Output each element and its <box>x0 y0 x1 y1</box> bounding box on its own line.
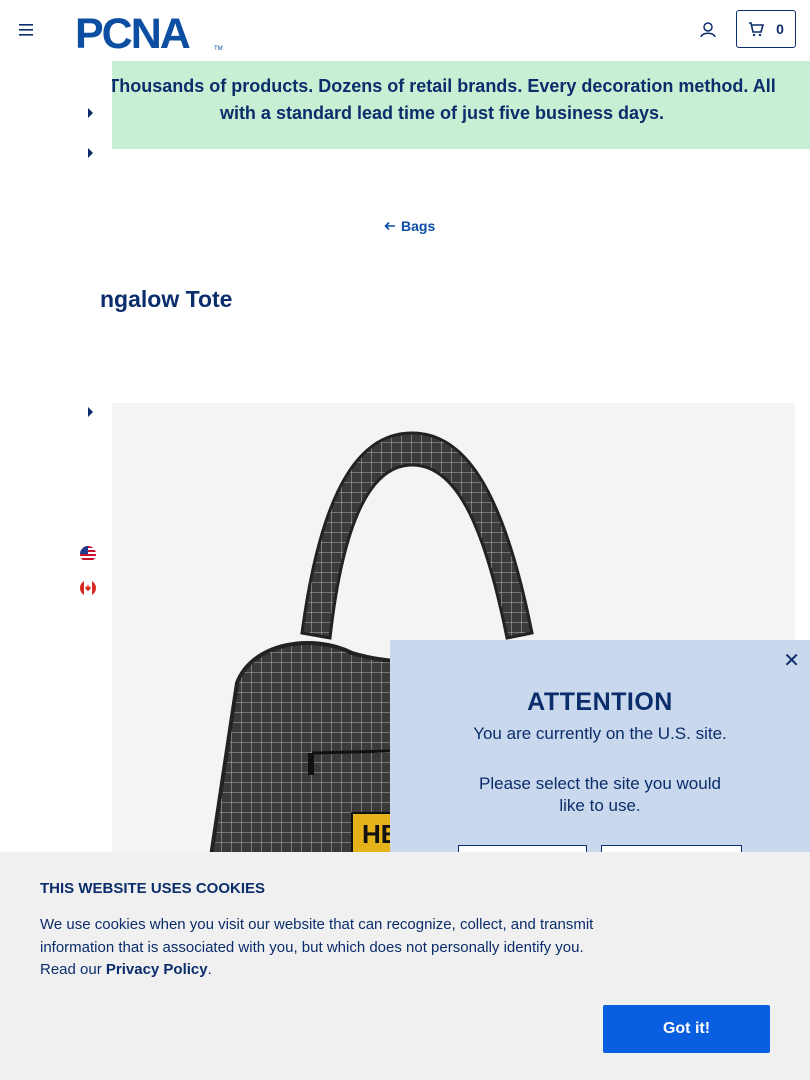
account-icon[interactable] <box>697 19 719 41</box>
privacy-policy-link[interactable]: Privacy Policy <box>106 961 208 978</box>
back-link-label: Bags <box>401 218 436 234</box>
menu-icon[interactable] <box>18 20 38 40</box>
site-header: PCNA TM 0 <box>0 0 810 61</box>
promo-banner-text: Thousands of products. Dozens of retail … <box>108 76 776 123</box>
cart-icon <box>749 22 765 37</box>
back-to-bags-link[interactable]: Bags <box>384 218 435 234</box>
expand-caret-icon[interactable] <box>88 108 93 118</box>
pcna-logo[interactable]: PCNA TM <box>75 10 225 58</box>
product-title: ngalow Tote <box>100 286 233 312</box>
logo-tm: TM <box>214 46 223 52</box>
dialog-heading: ATTENTION <box>527 688 673 716</box>
us-flag-icon[interactable] <box>80 546 96 562</box>
arrow-left-icon <box>384 221 395 231</box>
cookie-body-period: . <box>207 961 212 978</box>
promo-banner: Thousands of products. Dozens of retail … <box>108 61 810 149</box>
expand-caret-icon[interactable] <box>88 407 93 417</box>
canada-flag-icon[interactable] <box>80 580 96 596</box>
cookie-banner: THIS WEBSITE USES COOKIES We use cookies… <box>0 852 810 1080</box>
cart-count: 0 <box>776 21 784 37</box>
cart-button[interactable]: 0 <box>736 10 796 48</box>
cookie-title: THIS WEBSITE USES COOKIES <box>40 880 266 897</box>
dialog-message: You are currently on the U.S. site. <box>473 724 727 743</box>
dialog-prompt: Please select the site you would like to… <box>479 774 721 815</box>
expand-caret-icon[interactable] <box>88 148 93 158</box>
logo-text: PCNA <box>75 10 190 52</box>
accept-cookies-button[interactable]: Got it! <box>603 1005 770 1053</box>
cookie-body: We use cookies when you visit our websit… <box>40 914 600 982</box>
close-icon[interactable]: ✕ <box>783 648 800 673</box>
side-drawer <box>0 61 112 861</box>
